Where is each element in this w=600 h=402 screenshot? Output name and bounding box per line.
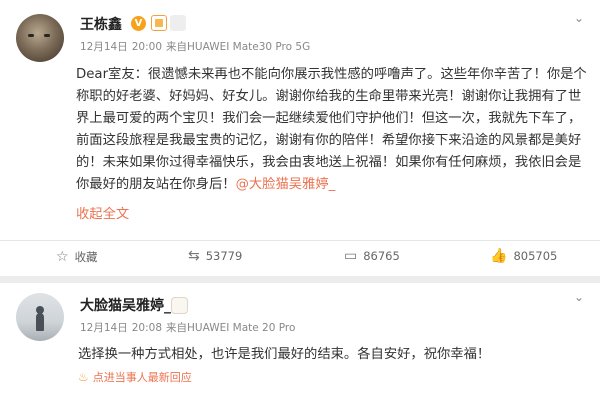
latest-response-label: 点进当事人最新回应 (92, 371, 192, 384)
fire-icon: ♨ (78, 370, 89, 384)
repost-count: 53779 (205, 249, 243, 263)
collapse-button[interactable]: 收起全文 (76, 203, 129, 222)
latest-response-link[interactable]: ♨ 点进当事人最新回应 (78, 369, 192, 385)
post-meta: 12月14日 20:00 来自HUAWEI Mate30 Pro 5G (80, 39, 314, 54)
weibo-post-card: 王栋鑫 V 12月14日 20:00 来自HUAWEI Mate30 Pro 5G … (0, 0, 600, 276)
member-icon (171, 297, 188, 314)
verified-badge: V (131, 16, 146, 31)
vip-icon (151, 15, 167, 31)
post-device[interactable]: HUAWEI Mate30 Pro 5G (187, 41, 310, 53)
favorite-label: 收藏 (74, 250, 98, 264)
like-button[interactable]: 👍 805705 (490, 249, 557, 263)
author-avatar[interactable] (16, 14, 64, 62)
avatar-figure (36, 313, 44, 331)
comment-icon: ▭ (344, 248, 358, 264)
like-count: 805705 (513, 249, 558, 263)
author-name[interactable]: 王栋鑫 (80, 14, 122, 34)
post-time: 20:08 (131, 322, 162, 334)
repost-button[interactable]: ⇆ 53779 (188, 249, 242, 263)
avatar-eye (28, 34, 34, 37)
chevron-down-icon[interactable]: ⌄ (572, 291, 586, 303)
post-content: Dear室友：很遗憾未来再也不能向你展示我性感的呼噜声了。这些年你辛苦了！你是个… (76, 64, 590, 196)
chevron-down-icon[interactable]: ⌄ (572, 12, 586, 24)
post-text: Dear室友：很遗憾未来再也不能向你展示我性感的呼噜声了。这些年你辛苦了！你是个… (76, 67, 587, 192)
author-avatar[interactable] (16, 293, 64, 341)
mention-link[interactable]: @大脸猫吴雅婷_ (236, 177, 336, 192)
comment-count: 86765 (363, 249, 400, 263)
author-name[interactable]: 大脸猫吴雅婷_ (80, 295, 171, 315)
avatar-eye (44, 34, 50, 37)
thumbs-up-icon: 👍 (490, 248, 508, 264)
post-device[interactable]: HUAWEI Mate 20 Pro (187, 322, 295, 334)
source-prefix: 来自 (166, 41, 187, 53)
post-date: 12月14日 (80, 322, 128, 334)
post-time: 20:00 (131, 41, 162, 53)
member-icon (170, 15, 186, 31)
action-bar: ☆ 收藏 ⇆ 53779 ▭ 86765 👍 805705 (0, 241, 600, 276)
reply-text: 选择换一种方式相处，也许是我们最好的结束。各自安好，祝你幸福！ (78, 347, 491, 362)
favorite-button[interactable]: ☆ 收藏 (56, 249, 98, 265)
post-date: 12月14日 (80, 41, 128, 53)
star-icon: ☆ (56, 249, 69, 265)
reply-post-card: 大脸猫吴雅婷_ 12月14日 20:08 来自HUAWEI Mate 20 Pro … (0, 283, 600, 402)
source-prefix: 来自 (166, 322, 187, 334)
repost-icon: ⇆ (188, 248, 200, 264)
post-meta: 12月14日 20:08 来自HUAWEI Mate 20 Pro (80, 320, 299, 335)
comment-button[interactable]: ▭ 86765 (344, 249, 400, 263)
